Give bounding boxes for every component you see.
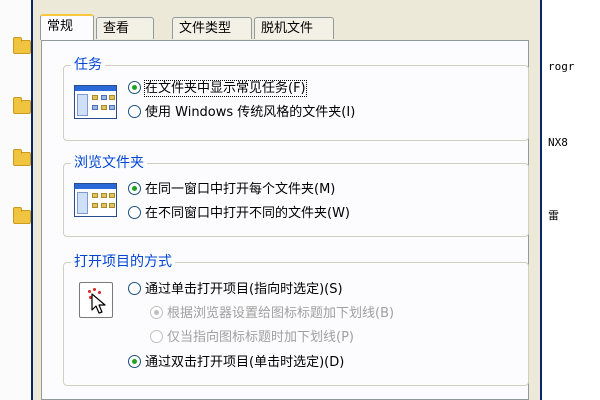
folder-icon[interactable] xyxy=(13,37,31,54)
tab-offline-files[interactable]: 脱机文件 xyxy=(254,17,334,39)
option-label: 根据浏览器设置给图标标题加下划线(B) xyxy=(167,306,395,321)
folder-options-dialog: 常规 查看 文件类型 脱机文件 任务 在文件夹中显示常见任务(F) 使用 Win… xyxy=(31,0,542,400)
folder-icon[interactable] xyxy=(13,149,31,166)
general-tab-panel: 任务 在文件夹中显示常见任务(F) 使用 Windows 传统风格的文件夹(I)… xyxy=(41,40,529,400)
separate-window-option[interactable]: 在不同窗口中打开不同的文件夹(W) xyxy=(128,205,350,223)
classic-folders-option[interactable]: 使用 Windows 传统风格的文件夹(I) xyxy=(128,104,355,122)
radio-button[interactable] xyxy=(128,206,141,219)
folder-icon[interactable] xyxy=(13,97,31,114)
show-common-tasks-option[interactable]: 在文件夹中显示常见任务(F) xyxy=(128,80,307,98)
option-label: 使用 Windows 传统风格的文件夹(I) xyxy=(145,105,356,120)
background-folder-list xyxy=(0,0,31,400)
click-cursor-icon xyxy=(79,282,113,318)
radio-button[interactable] xyxy=(150,330,163,343)
tab-general[interactable]: 常规 xyxy=(40,14,94,40)
tab-view[interactable]: 查看 xyxy=(96,17,154,39)
option-label: 在文件夹中显示常见任务(F) xyxy=(144,80,307,97)
underline-on-point-option[interactable]: 仅当指向图标标题时加下划线(P) xyxy=(150,329,354,347)
option-label: 在不同窗口中打开不同的文件夹(W) xyxy=(145,206,350,221)
option-label: 在同一窗口中打开每个文件夹(M) xyxy=(145,182,336,197)
option-label: 仅当指向图标标题时加下划线(P) xyxy=(167,330,354,345)
underline-per-browser-option[interactable]: 根据浏览器设置给图标标题加下划线(B) xyxy=(150,305,394,323)
radio-button[interactable] xyxy=(150,306,163,319)
single-click-option[interactable]: 通过单击打开项目(指向时选定)(S) xyxy=(128,281,343,299)
click-items-group: 打开项目的方式 通过单击打开项目(指向时选定)(S) 根据浏览器设置给图标标题加… xyxy=(63,252,529,386)
radio-button[interactable] xyxy=(128,105,141,118)
background-file-list: rogr NX8 雷 xyxy=(545,0,600,400)
radio-button[interactable] xyxy=(128,182,141,195)
background-item-label[interactable]: NX8 xyxy=(548,136,568,149)
browse-folders-group: 浏览文件夹 在同一窗口中打开每个文件夹(M) 在不同窗口中打开不同的文件夹(W) xyxy=(63,153,529,237)
background-item-label[interactable]: rogr xyxy=(548,60,575,73)
tab-file-types[interactable]: 文件类型 xyxy=(172,17,252,39)
double-click-option[interactable]: 通过双击打开项目(单击时选定)(D) xyxy=(128,354,344,372)
tasks-group: 任务 在文件夹中显示常见任务(F) 使用 Windows 传统风格的文件夹(I) xyxy=(63,55,529,141)
browse-folders-group-title: 浏览文件夹 xyxy=(71,153,147,173)
click-items-group-title: 打开项目的方式 xyxy=(71,252,175,272)
folder-icon[interactable] xyxy=(13,207,31,224)
option-label: 通过双击打开项目(单击时选定)(D) xyxy=(145,355,345,370)
radio-button[interactable] xyxy=(128,355,141,368)
radio-button[interactable] xyxy=(128,282,141,295)
window-with-task-pane-icon xyxy=(74,85,117,119)
background-item-label[interactable]: 雷 xyxy=(548,207,559,223)
same-window-option[interactable]: 在同一窗口中打开每个文件夹(M) xyxy=(128,181,335,199)
tasks-group-title: 任务 xyxy=(71,55,105,75)
radio-button[interactable] xyxy=(128,81,141,94)
window-icon xyxy=(74,183,117,217)
option-label: 通过单击打开项目(指向时选定)(S) xyxy=(145,282,343,297)
